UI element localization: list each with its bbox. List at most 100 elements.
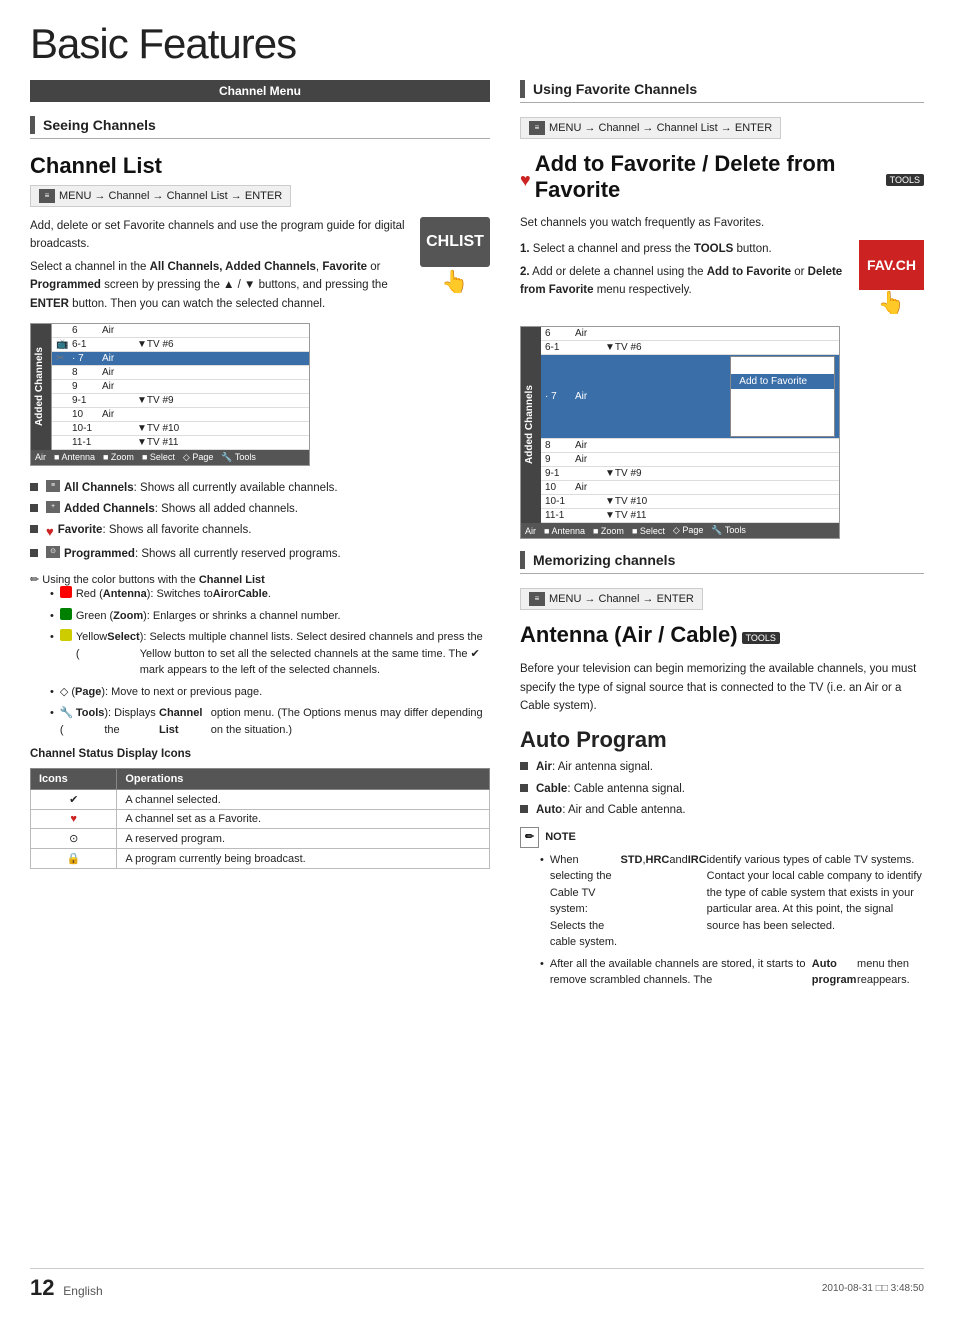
bullet-square: [520, 784, 528, 792]
bullet-square: [520, 805, 528, 813]
channel-list-menu-path: ≡ MENU → Channel → Channel List → ENTER: [30, 185, 291, 207]
fav-finger-icon: 👆: [878, 290, 905, 316]
list-item: Air: Air antenna signal.: [520, 759, 924, 776]
chlist-finger: 👆: [441, 269, 468, 295]
bullet-square: [30, 483, 38, 491]
desc-cell: A reserved program.: [117, 829, 490, 849]
menu-icon: ≡: [529, 592, 545, 606]
green-button: [60, 608, 72, 620]
list-item: ≡ All Channels: Shows all currently avai…: [30, 480, 490, 497]
list-item: 🔧 (Tools): Displays the Channel List opt…: [50, 705, 490, 738]
programmed-icon: ⊙: [46, 546, 60, 558]
bullet-square: [30, 549, 38, 557]
fav-channel-row: 6-1 ▼TV #6: [541, 341, 839, 355]
menu-icon: ≡: [39, 189, 55, 203]
memorizing-menu-path: ≡ MENU → Channel → ENTER: [520, 588, 703, 610]
channel-ui-inner: Added Channels 6 Air 📺 6-1 ▼TV #6: [31, 324, 309, 450]
note-pencil-icon: ✏: [520, 827, 539, 848]
added-channels-icon: +: [46, 501, 60, 513]
fav-intro: Set channels you watch frequently as Fav…: [520, 215, 924, 232]
section-bar: [520, 80, 525, 98]
list-item: ♥ Favorite: Shows all favorite channels.: [30, 522, 490, 542]
add-favorite-title-row: ♥ Add to Favorite / Delete from Favorite…: [520, 151, 924, 209]
section-bar: [30, 116, 35, 134]
table-row: ♥ A channel set as a Favorite.: [31, 810, 490, 829]
seeing-channels-header: Seeing Channels: [30, 116, 490, 139]
fav-channel-row: 10 Air: [541, 481, 839, 495]
list-item: ◇ (Page): Move to next or previous page.: [50, 684, 490, 701]
channel-list-title: Channel List: [30, 153, 490, 179]
table-row: ⊙ A reserved program.: [31, 829, 490, 849]
icon-cell: 🔒: [31, 849, 117, 869]
fav-channel-row: 9-1 ▼TV #9: [541, 467, 839, 481]
channel-ui-rows: 6 Air 📺 6-1 ▼TV #6 ✂ · 7: [51, 324, 309, 450]
fav-channel-ui: Added Channels 6 Air 6-1 ▼TV #6 · 7 Ai: [520, 326, 840, 539]
fav-channel-row: 9 Air: [541, 453, 839, 467]
fav-channel-row: 6 Air: [541, 327, 839, 341]
page-number: 12: [30, 1275, 54, 1300]
status-table-section: Channel Status Display Icons Icons Opera…: [30, 748, 490, 869]
right-column: Using Favorite Channels ≡ MENU → Channel…: [520, 80, 924, 994]
fav-channel-row: 11-1 ▼TV #11: [541, 509, 839, 523]
antenna-title: Antenna (Air / Cable): [520, 622, 738, 648]
section-bar: [520, 551, 525, 569]
bullet-square: [30, 525, 38, 533]
context-menu-select-all[interactable]: Select All: [731, 419, 834, 434]
left-column: Channel Menu Seeing Channels Channel Lis…: [30, 80, 490, 994]
note-pencil-icon: ✏: [30, 574, 39, 586]
chlist-box-container: CHLIST 👆: [420, 217, 490, 313]
note-item: When selecting the Cable TV system: Sele…: [540, 852, 924, 951]
antenna-title-row: Antenna (Air / Cable) TOOLS: [520, 622, 924, 654]
note-list: When selecting the Cable TV system: Sele…: [520, 852, 924, 989]
fav-sidebar: Added Channels: [521, 327, 541, 523]
fav-channel-row: 8 Air: [541, 439, 839, 453]
fav-ch-badge: FAV.CH: [859, 240, 924, 290]
fav-steps-container: 1. Select a channel and press the TOOLS …: [520, 240, 924, 316]
table-header-row: Icons Operations: [31, 769, 490, 790]
channel-ui-footer: Air ■ Antenna ■ Zoom ■ Select ◇ Page 🔧 T…: [31, 450, 309, 465]
fav-channel-rows: 6 Air 6-1 ▼TV #6 · 7 Air Delet: [541, 327, 839, 523]
step-1: 1. Select a channel and press the TOOLS …: [520, 240, 849, 258]
channel-list-ui: Added Channels 6 Air 📺 6-1 ▼TV #6: [30, 323, 310, 466]
yellow-button: [60, 629, 72, 641]
menu-icon: ≡: [529, 121, 545, 135]
channel-row: 6 Air: [52, 324, 309, 338]
seeing-channels-label: Seeing Channels: [43, 117, 156, 133]
bullet-square: [30, 504, 38, 512]
auto-program-section: Auto Program Air: Air antenna signal. Ca…: [520, 727, 924, 988]
footer-right-text: 2010-08-31 □□ 3:48:50: [822, 1283, 924, 1294]
table-row: ✔ A channel selected.: [31, 790, 490, 810]
fav-channel-footer: Air ■ Antenna ■ Zoom ■ Select ◇ Page 🔧 T…: [521, 523, 839, 538]
bullet-square: [520, 762, 528, 770]
channel-menu-label: Channel Menu: [219, 84, 301, 98]
antenna-tools-badge: TOOLS: [742, 632, 780, 644]
channel-row: 9 Air: [52, 380, 309, 394]
add-favorite-title: Add to Favorite / Delete from Favorite: [535, 151, 882, 203]
channel-row: 11-1 ▼TV #11: [52, 436, 309, 450]
channel-list-section: Channel List ≡ MENU → Channel → Channel …: [30, 153, 490, 869]
table-row: 🔒 A program currently being broadcast.: [31, 849, 490, 869]
color-buttons-list: Red (Antenna): Switches to Air or Cable.…: [30, 586, 490, 738]
channel-menu-bar: Channel Menu: [30, 80, 490, 102]
antenna-desc: Before your television can begin memoriz…: [520, 660, 924, 715]
context-menu-add-favorite[interactable]: Add to Favorite: [731, 374, 834, 389]
context-menu-delete[interactable]: Delete: [731, 359, 834, 374]
tools-badge: TOOLS: [886, 174, 924, 186]
list-item: Red (Antenna): Switches to Air or Cable.: [50, 586, 490, 603]
icons-col-header: Icons: [31, 769, 117, 790]
note-item: After all the available channels are sto…: [540, 956, 924, 989]
icon-cell: ⊙: [31, 829, 117, 849]
context-menu-timer[interactable]: Timer Viewing: [731, 389, 834, 404]
icon-cell: ♥: [31, 810, 117, 829]
page-title: Basic Features: [30, 20, 924, 68]
list-item: Cable: Cable antenna signal.: [520, 781, 924, 798]
context-menu-channel-name[interactable]: Channel Name Edit: [731, 404, 834, 419]
all-channels-icon: ≡: [46, 480, 60, 492]
color-buttons-note: ✏ Using the color buttons with the Chann…: [30, 573, 490, 738]
status-table: Icons Operations ✔ A channel selected. ♥…: [30, 768, 490, 869]
red-button: [60, 586, 72, 598]
channel-row: 📺 6-1 ▼TV #6: [52, 338, 309, 352]
status-table-body: ✔ A channel selected. ♥ A channel set as…: [31, 790, 490, 869]
list-item: Yellow (Select): Selects multiple channe…: [50, 629, 490, 679]
page-footer: 12 English 2010-08-31 □□ 3:48:50: [30, 1268, 924, 1301]
